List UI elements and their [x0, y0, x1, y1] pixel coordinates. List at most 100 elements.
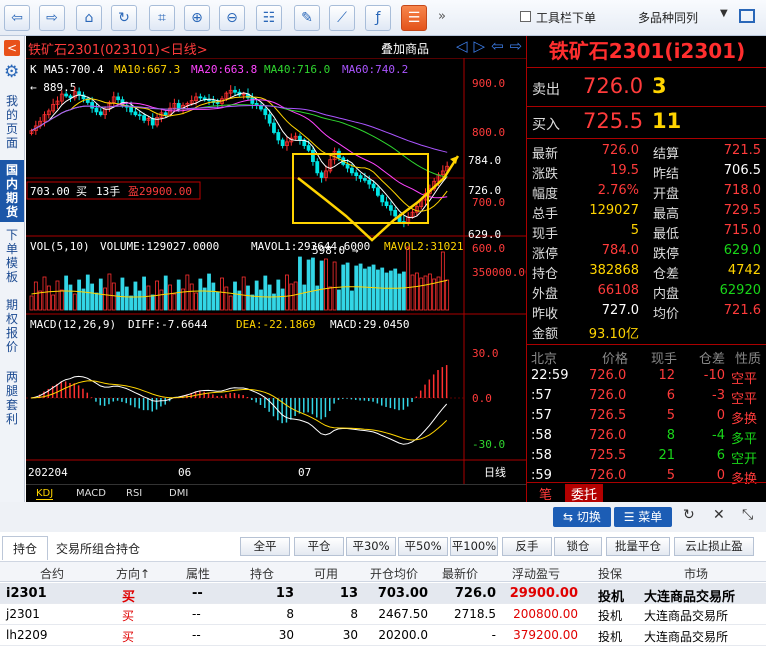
indicator-icon[interactable]: ☷: [256, 5, 282, 31]
table-row[interactable]: j2301 买 -- 8 8 2467.50 2718.5 200800.00 投机 大连商品交易…: [0, 604, 766, 625]
zoom-in-icon[interactable]: ⊕: [184, 5, 210, 31]
tab-ticks[interactable]: 笔: [539, 484, 552, 503]
function-icon[interactable]: ƒ: [365, 5, 391, 31]
candle-body: [176, 103, 181, 110]
col-position[interactable]: 持仓: [250, 565, 274, 582]
draw-pen-icon[interactable]: ✎: [294, 5, 320, 31]
candle-body: [198, 96, 203, 99]
expand-icon[interactable]: ⤡: [742, 507, 753, 523]
volume-bar: [42, 276, 47, 311]
tab-dmi[interactable]: DMI: [169, 488, 188, 499]
candle-body: [363, 178, 367, 181]
candle-body: [345, 163, 350, 169]
action-button-2[interactable]: 平30%: [346, 537, 396, 556]
forward-icon[interactable]: ⇨: [39, 5, 65, 31]
refresh-icon[interactable]: ↻: [111, 5, 137, 31]
tab-macd[interactable]: MACD: [76, 488, 106, 499]
col-last-price[interactable]: 最新价: [442, 565, 478, 582]
quote-stat-row: 涨跌 19.5 昨结 706.5: [527, 161, 766, 182]
macd-axis-tick: -30.0: [472, 438, 505, 451]
volume-bar: [146, 285, 151, 311]
toolbar-order-checkbox[interactable]: [520, 11, 531, 22]
table-row[interactable]: i2301 买 -- 13 13 703.00 726.0 29900.00 投机 大连商品交易所: [0, 583, 766, 605]
ask-price[interactable]: 726.0: [583, 74, 643, 98]
collapse-icon[interactable]: ✕: [713, 507, 725, 523]
col-attribute[interactable]: 属性: [186, 565, 210, 582]
col-contract[interactable]: 合约: [40, 565, 64, 582]
volume-bar: [341, 264, 346, 311]
back-icon[interactable]: ⇦: [4, 5, 30, 31]
same-variety-select[interactable]: 多品种同列: [638, 9, 698, 26]
quote-stat-label: 涨跌: [532, 167, 559, 182]
tick-price: 726.5: [589, 408, 627, 423]
menu-button[interactable]: ☰ 菜单: [614, 507, 672, 527]
volume-bar: [228, 295, 233, 311]
action-button-3[interactable]: 平50%: [398, 537, 448, 556]
collapse-icon[interactable]: <: [4, 40, 20, 56]
switch-button[interactable]: ⇆ 切换: [553, 507, 611, 527]
cell-market: 大连商品交易所: [644, 609, 729, 623]
volume-bar: [159, 289, 164, 311]
col-avg-price[interactable]: 开仓均价: [370, 565, 418, 582]
sidebar-item-option-quote[interactable]: 期权报价: [3, 298, 21, 354]
volume-bar: [445, 279, 450, 311]
chart-nav-icons[interactable]: ◁▷⇦⇨▦: [456, 37, 526, 55]
bid-row[interactable]: 买入 725.5 11: [527, 106, 766, 136]
kline-chart[interactable]: 铁矿石2301(023101)<日线> 叠加商品 ◁▷⇦⇨▦ K MA5:700…: [26, 36, 526, 502]
col-direction[interactable]: 方向↑: [116, 565, 150, 582]
tab-combo-positions[interactable]: 交易所组合持仓: [56, 540, 140, 557]
gear-icon[interactable]: ⚙: [4, 62, 19, 82]
col-available[interactable]: 可用: [314, 565, 338, 582]
action-button-0[interactable]: 全平: [240, 537, 290, 556]
quote-stat-label: 金额: [532, 327, 559, 342]
overlay-commodity-button[interactable]: 叠加商品: [381, 40, 429, 57]
refresh-icon[interactable]: ↻: [683, 507, 695, 523]
tick-time: :59: [531, 468, 552, 483]
action-button-7[interactable]: 批量平仓: [606, 537, 670, 556]
toolbar-order-label[interactable]: 工具栏下单: [536, 9, 596, 26]
action-button-8[interactable]: 云止损止盈: [674, 537, 754, 556]
tick-row: :57 726.0 6 -3 空平: [527, 386, 766, 407]
chevron-down-icon[interactable]: ▼: [720, 8, 728, 19]
candle-body: [90, 102, 95, 109]
tab-orders[interactable]: 委托: [565, 484, 604, 503]
col-float-pnl[interactable]: 浮动盈亏: [512, 565, 560, 582]
zoom-out-icon[interactable]: ⊖: [219, 5, 245, 31]
cell-last: 2718.5: [454, 607, 496, 621]
tab-kdj[interactable]: KDJ: [36, 488, 54, 500]
tab-rsi[interactable]: RSI: [126, 488, 142, 499]
layout-icon[interactable]: [739, 9, 755, 23]
ask-row[interactable]: 卖出 726.0 3: [527, 72, 766, 102]
position-tag: 703.00 买 13手 盈29900.00: [26, 181, 201, 200]
col-hedge[interactable]: 投保: [598, 565, 622, 582]
action-button-6[interactable]: 锁仓: [554, 537, 602, 556]
action-button-4[interactable]: 平100%: [450, 537, 498, 556]
action-button-1[interactable]: 平仓: [294, 537, 344, 556]
sidebar-item-two-leg-arbitrage[interactable]: 两腿套利: [3, 370, 21, 426]
bid-price[interactable]: 725.5: [583, 109, 643, 133]
volume-bar: [194, 292, 198, 311]
crop-icon[interactable]: ⌗: [149, 5, 175, 31]
home-icon[interactable]: ⌂: [76, 5, 102, 31]
tab-positions[interactable]: 持仓: [2, 536, 49, 560]
tick-volume: 5: [666, 468, 675, 483]
list-icon[interactable]: ☰: [401, 5, 427, 31]
quote-stat-value: 718.0: [723, 183, 761, 198]
date-tick: 202204: [28, 466, 68, 479]
sidebar: < ⚙ 我的页面 国内期货 下单模板 期权报价 两腿套利: [0, 36, 25, 502]
col-market[interactable]: 市场: [684, 565, 708, 582]
position-table-header: 合约 方向↑ 属性 持仓 可用 开仓均价 最新价 浮动盈亏 投保 市场: [0, 561, 766, 582]
volume-bar: [384, 272, 389, 311]
chart-title: 铁矿石2301(023101)<日线>: [28, 43, 208, 58]
sidebar-item-my-page[interactable]: 我的页面: [3, 94, 21, 150]
sidebar-item-domestic-futures[interactable]: 国内期货: [0, 160, 24, 222]
candle-body: [267, 114, 272, 124]
ma60-line: [31, 105, 448, 153]
draw-line-icon[interactable]: ⟋: [329, 5, 355, 31]
action-button-5[interactable]: 反手: [502, 537, 552, 556]
more-chevron-icon[interactable]: »: [438, 9, 446, 24]
candle-body: [116, 96, 120, 101]
sidebar-item-order-template[interactable]: 下单模板: [3, 228, 21, 284]
table-row[interactable]: lh2209 买 -- 30 30 20200.0 - 379200.00 投机 大连商品交易所: [0, 625, 766, 646]
tick-header-nature: 性质: [735, 352, 762, 367]
